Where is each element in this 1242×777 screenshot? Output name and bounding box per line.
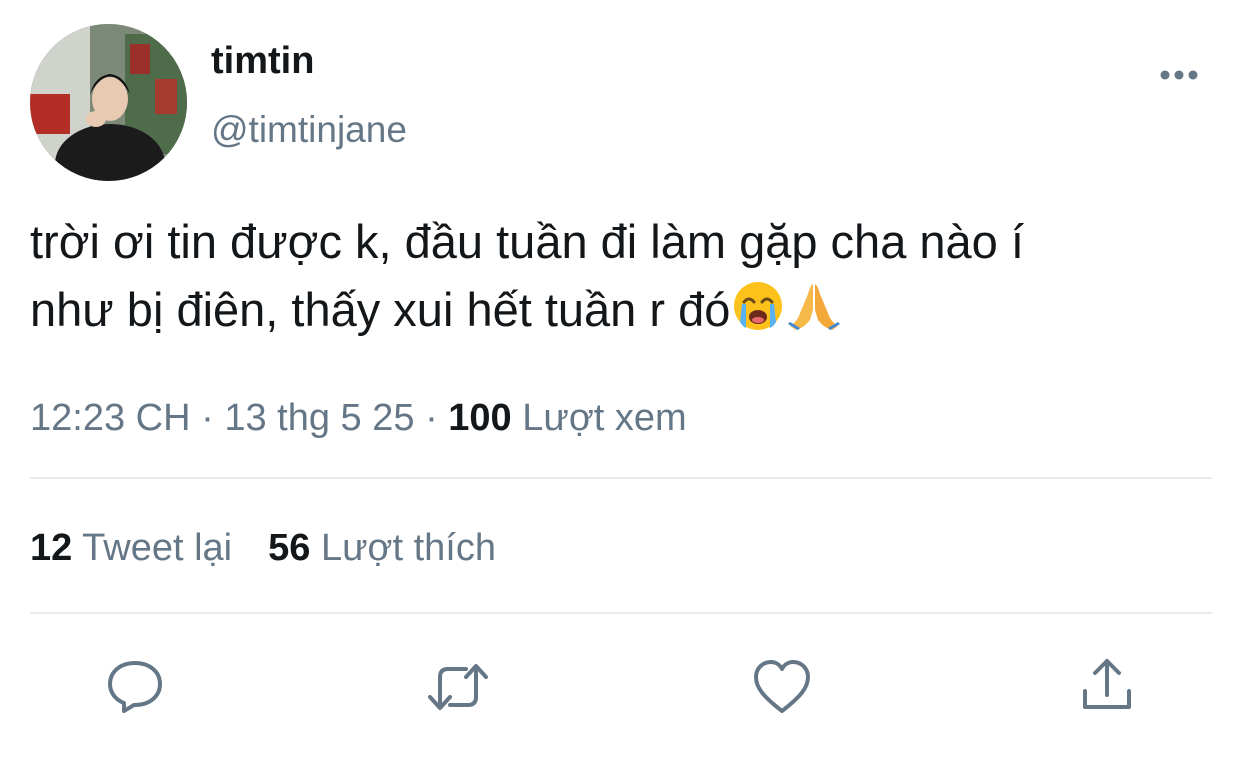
meta-separator: · — [425, 397, 438, 439]
retweets-stat[interactable]: 12 Tweet lại — [30, 524, 232, 572]
tweet-text-line-1: trời ơi tin được k, đầu tuần đi làm gặp … — [30, 215, 1024, 268]
tweet-text-line-2: như bị điên, thấy xui hết tuần r đó — [30, 276, 1220, 350]
likes-label: Lượt thích — [320, 527, 496, 569]
user-handle[interactable]: @timtinjane — [211, 107, 407, 153]
views-count: 100 — [448, 397, 512, 439]
like-icon — [754, 660, 810, 713]
retweets-count: 12 — [30, 527, 73, 569]
avatar-image — [30, 24, 187, 181]
reply-icon — [108, 661, 162, 713]
tweet-date[interactable]: 13 thg 5 25 — [224, 397, 414, 439]
more-options-icon[interactable] — [1154, 60, 1204, 90]
likes-count: 56 — [268, 527, 311, 569]
share-button[interactable] — [1075, 655, 1139, 719]
divider — [30, 477, 1212, 479]
loudly-crying-face-icon — [732, 280, 784, 350]
tweet-meta: 12:23 CH · 13 thg 5 25 · 100 Lượt xem — [30, 394, 687, 442]
divider — [30, 612, 1212, 614]
display-name[interactable]: timtin — [211, 38, 314, 84]
tweet-time[interactable]: 12:23 CH — [30, 397, 191, 439]
retweet-icon — [428, 664, 488, 710]
folded-hands-icon — [786, 280, 842, 350]
tweet-text-line-2-text: như bị điên, thấy xui hết tuần r đó — [30, 283, 731, 336]
like-button[interactable] — [750, 655, 814, 719]
views-label: Lượt xem — [522, 397, 687, 439]
reply-button[interactable] — [103, 655, 167, 719]
tweet-stats: 12 Tweet lại 56 Lượt thích — [30, 524, 496, 572]
meta-separator: · — [201, 397, 214, 439]
retweets-label: Tweet lại — [82, 527, 233, 569]
share-icon — [1083, 659, 1131, 709]
tweet-text: trời ơi tin được k, đầu tuần đi làm gặp … — [30, 208, 1220, 350]
retweet-button[interactable] — [426, 655, 490, 719]
likes-stat[interactable]: 56 Lượt thích — [268, 524, 496, 572]
avatar[interactable] — [30, 24, 187, 181]
